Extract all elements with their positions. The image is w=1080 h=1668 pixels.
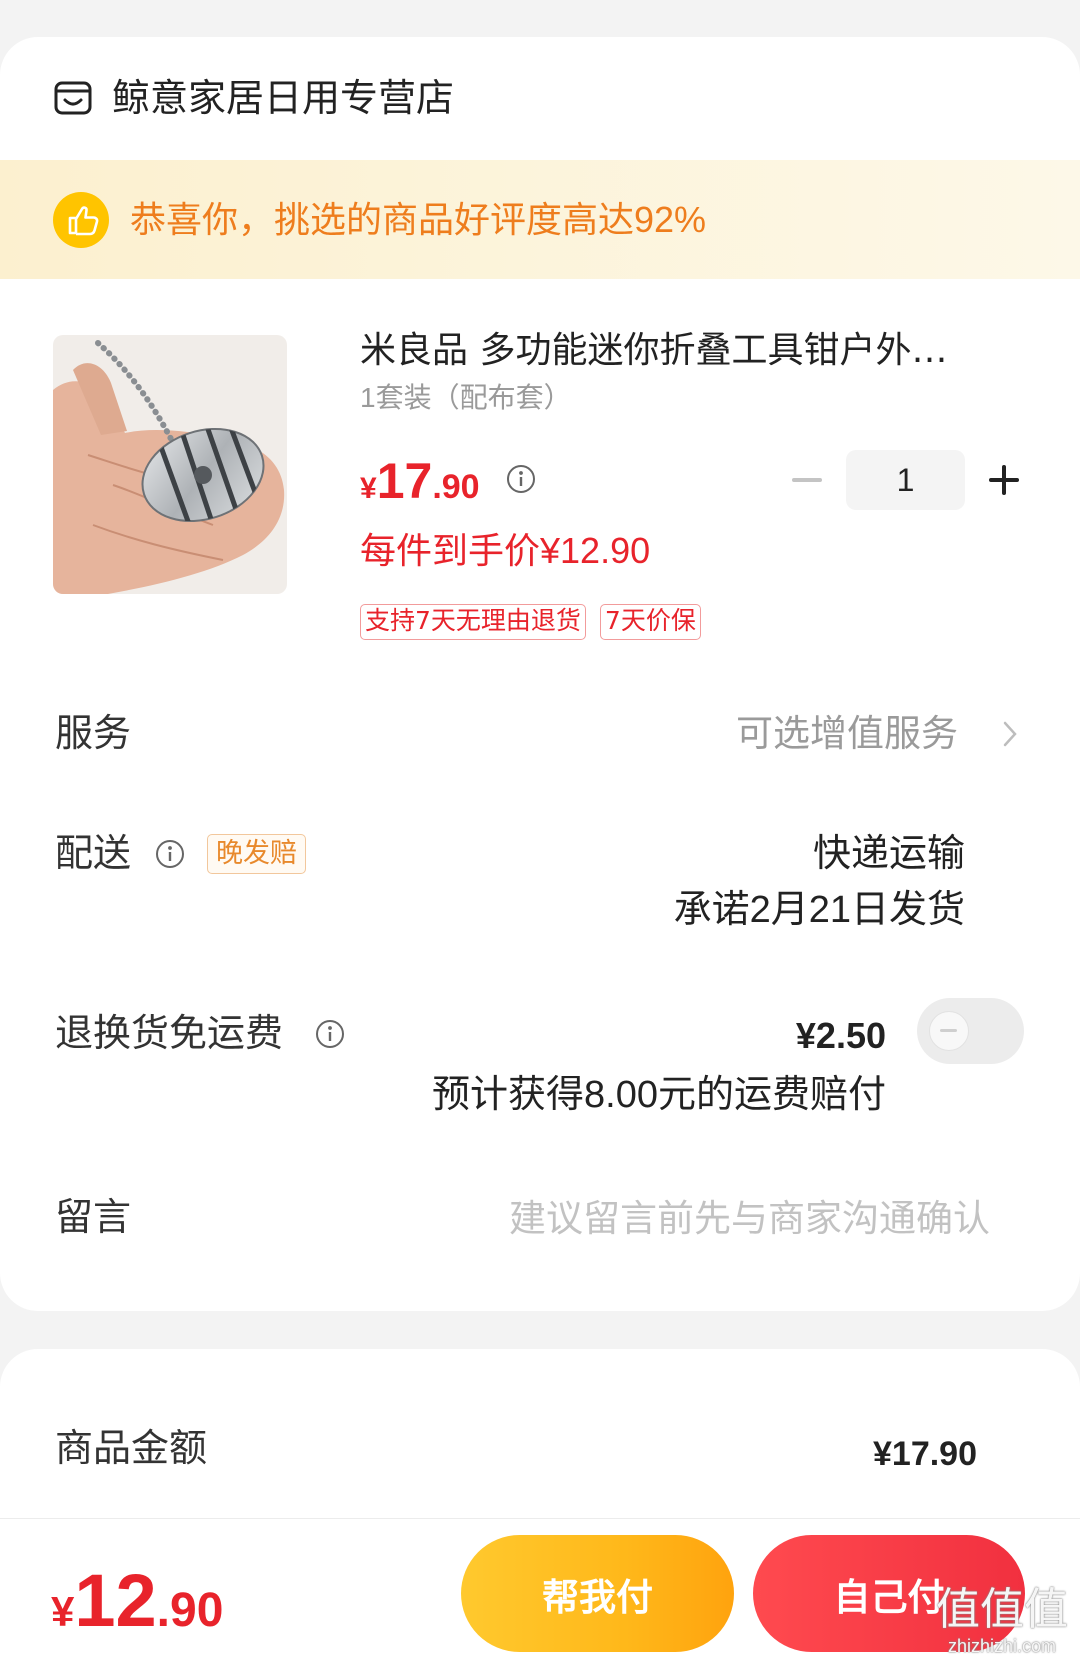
product-price: ¥17.90 — [360, 451, 480, 524]
price-info-icon[interactable] — [505, 463, 537, 495]
quantity-decrease-button[interactable] — [787, 460, 827, 500]
service-value[interactable]: 可选增值服务 — [736, 710, 958, 758]
return-shipping-label: 退换货免运费 — [55, 1013, 284, 1055]
product-image[interactable] — [53, 335, 287, 594]
return-shipping-info-icon[interactable] — [314, 1018, 346, 1050]
chevron-right-icon[interactable] — [1000, 718, 1020, 750]
quantity-increase-button[interactable] — [984, 460, 1024, 500]
shop-icon — [53, 78, 93, 118]
product-price-integer: 17 — [376, 453, 433, 509]
thumbs-up-icon — [53, 192, 109, 248]
minus-icon — [792, 478, 822, 482]
total-price-currency: ¥ — [51, 1588, 75, 1635]
product-title[interactable]: 米良品 多功能迷你折叠工具钳户外… — [360, 327, 1000, 375]
product-price-currency: ¥ — [360, 472, 377, 505]
late-delivery-badge: 晚发赔 — [207, 834, 306, 874]
shop-name[interactable]: 鲸意家居日用专营店 — [112, 74, 454, 122]
help-pay-button[interactable]: 帮我付 — [461, 1535, 734, 1652]
summary-label: 商品金额 — [55, 1428, 208, 1470]
tag-price-protection: 7天价保 — [599, 604, 701, 640]
return-shipping-note: 预计获得8.00元的运费赔付 — [432, 1074, 886, 1116]
tag-no-reason-return: 支持7天无理由退货 — [360, 604, 586, 640]
summary-value: ¥17.90 — [873, 1435, 977, 1473]
delivery-method: 快递运输 — [812, 833, 965, 875]
service-label: 服务 — [55, 713, 132, 755]
product-price-decimal: .90 — [432, 468, 480, 506]
total-price-integer: 12 — [74, 1559, 157, 1642]
praise-banner-text: 恭喜你，挑选的商品好评度高达92% — [130, 199, 707, 240]
return-shipping-price: ¥2.50 — [795, 1015, 886, 1056]
self-pay-button[interactable]: 自己付 — [753, 1535, 1025, 1652]
message-label: 留言 — [55, 1197, 132, 1239]
total-price: ¥12.90 — [51, 1556, 223, 1667]
final-price-text: 每件到手价¥12.90 — [360, 530, 651, 571]
delivery-info-icon[interactable] — [154, 838, 186, 870]
product-spec[interactable]: 1套装（配布套） — [360, 380, 572, 416]
quantity-value[interactable]: 1 — [846, 450, 965, 510]
minus-icon — [940, 1029, 957, 1032]
return-shipping-toggle[interactable] — [917, 998, 1024, 1064]
toggle-knob — [929, 1011, 969, 1051]
total-price-decimal: .90 — [156, 1584, 224, 1637]
product-tags: 支持7天无理由退货 7天价保 — [360, 604, 701, 640]
delivery-label: 配送 — [55, 833, 132, 875]
message-input[interactable] — [430, 1194, 990, 1242]
delivery-promise: 承诺2月21日发货 — [673, 889, 965, 931]
